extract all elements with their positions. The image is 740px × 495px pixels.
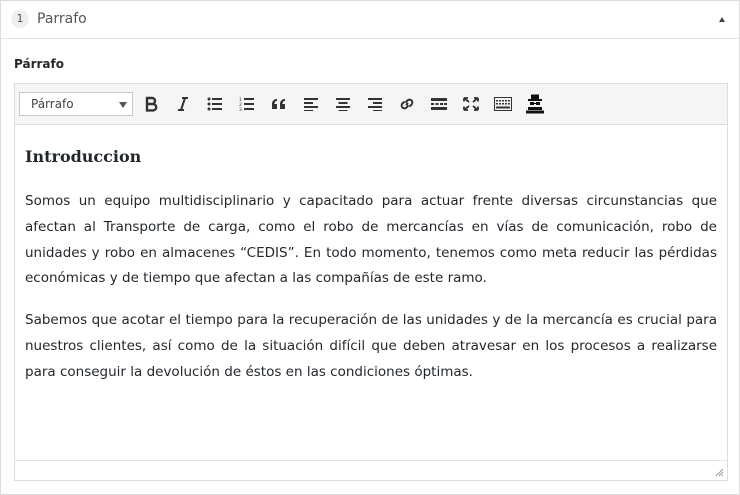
panel-title: Parrafo [37, 11, 87, 27]
editor-statusbar [15, 460, 727, 480]
rich-text-editor: Párrafo 1 2 3 Introduccion Somos un equi… [14, 83, 728, 481]
row-number-badge: 1 [11, 10, 29, 28]
chevron-down-icon [119, 102, 127, 108]
bullet-list-button[interactable] [203, 93, 227, 115]
bold-button[interactable] [139, 93, 163, 115]
bold-icon [145, 96, 158, 112]
incognito-icon [526, 94, 544, 114]
collapse-icon[interactable] [719, 17, 725, 22]
align-left-button[interactable] [299, 93, 323, 115]
align-right-button[interactable] [363, 93, 387, 115]
fullscreen-button[interactable] [459, 93, 483, 115]
field-group-panel: 1 Parrafo Párrafo Párrafo 1 2 3 Introduc… [0, 0, 740, 495]
read-more-button[interactable] [427, 93, 451, 115]
quote-icon [272, 99, 285, 109]
panel-header[interactable]: 1 Parrafo [1, 1, 739, 39]
numbered-list-icon: 1 2 3 [239, 97, 254, 111]
content-paragraph: Somos un equipo multidisciplinario y cap… [25, 193, 717, 287]
incognito-button[interactable] [523, 93, 547, 115]
link-icon [400, 98, 414, 110]
italic-icon [178, 97, 188, 111]
align-center-icon [336, 98, 350, 111]
fullscreen-icon [463, 97, 479, 111]
numbered-list-button[interactable]: 1 2 3 [235, 93, 259, 115]
field-label: Párrafo [14, 57, 64, 71]
editor-toolbar: Párrafo 1 2 3 [15, 84, 727, 125]
link-button[interactable] [395, 93, 419, 115]
format-select[interactable]: Párrafo [19, 92, 133, 116]
keyboard-icon [494, 97, 512, 111]
read-more-icon [431, 98, 447, 110]
align-right-icon [368, 98, 382, 111]
content-paragraph: Sabemos que acotar el tiempo para la rec… [25, 312, 717, 380]
content-heading: Introduccion [25, 147, 142, 166]
italic-button[interactable] [171, 93, 195, 115]
align-left-icon [304, 98, 318, 111]
align-center-button[interactable] [331, 93, 355, 115]
svg-text:3: 3 [239, 107, 242, 111]
blockquote-button[interactable] [267, 93, 291, 115]
resize-handle-icon[interactable] [715, 468, 724, 477]
toolbar-toggle-button[interactable] [491, 93, 515, 115]
bullet-list-icon [207, 97, 222, 111]
format-select-value: Párrafo [31, 97, 74, 111]
